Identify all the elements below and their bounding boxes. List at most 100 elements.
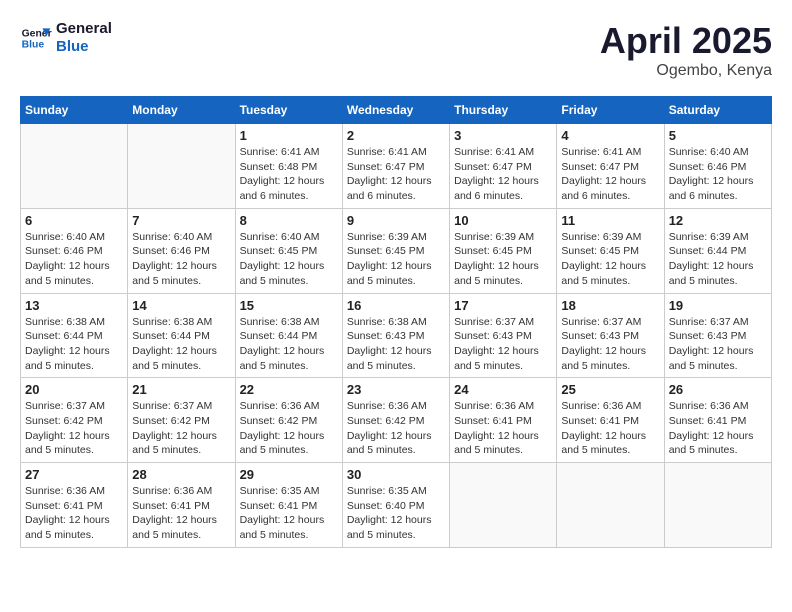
day-info: Sunrise: 6:37 AM Sunset: 6:43 PM Dayligh… xyxy=(454,315,552,374)
day-info: Sunrise: 6:36 AM Sunset: 6:41 PM Dayligh… xyxy=(669,399,767,458)
day-number: 6 xyxy=(25,213,123,228)
calendar-cell: 21 Sunrise: 6:37 AM Sunset: 6:42 PM Dayli… xyxy=(128,378,235,463)
calendar-cell: 7Sunrise: 6:40 AM Sunset: 6:46 PM Daylig… xyxy=(128,208,235,293)
day-info: Sunrise: 6:37 AM Sunset: 6:43 PM Dayligh… xyxy=(561,315,659,374)
day-number: 21 xyxy=(132,382,230,397)
day-info: Sunrise: 6:41 AM Sunset: 6:47 PM Dayligh… xyxy=(454,145,552,204)
calendar-cell: 12 Sunrise: 6:39 AM Sunset: 6:44 PM Dayli… xyxy=(664,208,771,293)
calendar-cell: 15 Sunrise: 6:38 AM Sunset: 6:44 PM Dayli… xyxy=(235,293,342,378)
day-number: 20 xyxy=(25,382,123,397)
day-info: Sunrise: 6:36 AM Sunset: 6:42 PM Dayligh… xyxy=(240,399,338,458)
logo-icon: General Blue xyxy=(20,22,52,54)
calendar-cell: 5 Sunrise: 6:40 AM Sunset: 6:46 PM Daylig… xyxy=(664,124,771,209)
day-number: 2 xyxy=(347,128,445,143)
day-number: 19 xyxy=(669,298,767,313)
calendar-cell xyxy=(450,463,557,548)
calendar-week-row: 1Sunrise: 6:41 AM Sunset: 6:48 PM Daylig… xyxy=(21,124,772,209)
calendar-cell: 28 Sunrise: 6:36 AM Sunset: 6:41 PM Dayli… xyxy=(128,463,235,548)
day-info: Sunrise: 6:35 AM Sunset: 6:41 PM Dayligh… xyxy=(240,484,338,543)
calendar-cell: 10Sunrise: 6:39 AM Sunset: 6:45 PM Dayli… xyxy=(450,208,557,293)
calendar-cell: 13Sunrise: 6:38 AM Sunset: 6:44 PM Dayli… xyxy=(21,293,128,378)
day-number: 14 xyxy=(132,298,230,313)
weekday-header-saturday: Saturday xyxy=(664,97,771,124)
calendar-cell: 9Sunrise: 6:39 AM Sunset: 6:45 PM Daylig… xyxy=(342,208,449,293)
calendar-cell: 23Sunrise: 6:36 AM Sunset: 6:42 PM Dayli… xyxy=(342,378,449,463)
day-info: Sunrise: 6:40 AM Sunset: 6:46 PM Dayligh… xyxy=(25,230,123,289)
day-info: Sunrise: 6:39 AM Sunset: 6:45 PM Dayligh… xyxy=(347,230,445,289)
calendar-cell: 11 Sunrise: 6:39 AM Sunset: 6:45 PM Dayli… xyxy=(557,208,664,293)
calendar-cell: 30 Sunrise: 6:35 AM Sunset: 6:40 PM Dayli… xyxy=(342,463,449,548)
day-info: Sunrise: 6:36 AM Sunset: 6:41 PM Dayligh… xyxy=(25,484,123,543)
logo: General Blue General Blue xyxy=(20,20,112,56)
calendar-cell: 14 Sunrise: 6:38 AM Sunset: 6:44 PM Dayli… xyxy=(128,293,235,378)
calendar-cell: 22 Sunrise: 6:36 AM Sunset: 6:42 PM Dayli… xyxy=(235,378,342,463)
day-info: Sunrise: 6:36 AM Sunset: 6:41 PM Dayligh… xyxy=(132,484,230,543)
calendar-cell: 17Sunrise: 6:37 AM Sunset: 6:43 PM Dayli… xyxy=(450,293,557,378)
calendar-cell: 1Sunrise: 6:41 AM Sunset: 6:48 PM Daylig… xyxy=(235,124,342,209)
day-number: 27 xyxy=(25,467,123,482)
calendar-cell xyxy=(128,124,235,209)
calendar-week-row: 13 Sunrise: 6:38 AM Sunset: 6:44 PM Dayli… xyxy=(21,293,772,378)
day-number: 28 xyxy=(132,467,230,482)
weekday-header-tuesday: Tuesday xyxy=(235,97,342,124)
day-number: 24 xyxy=(454,382,552,397)
calendar-cell: 29 Sunrise: 6:35 AM Sunset: 6:41 PM Dayli… xyxy=(235,463,342,548)
calendar-cell xyxy=(664,463,771,548)
day-number: 16 xyxy=(347,298,445,313)
logo-text-general: General xyxy=(56,20,112,38)
day-info: Sunrise: 6:38 AM Sunset: 6:44 PM Dayligh… xyxy=(240,315,338,374)
day-info: Sunrise: 6:40 AM Sunset: 6:45 PM Dayligh… xyxy=(240,230,338,289)
day-number: 15 xyxy=(240,298,338,313)
day-info: Sunrise: 6:36 AM Sunset: 6:41 PM Dayligh… xyxy=(454,399,552,458)
calendar-table: SundayMondayTuesdayWednesdayThursdayFrid… xyxy=(20,96,772,548)
day-number: 13 xyxy=(25,298,123,313)
calendar-cell xyxy=(21,124,128,209)
weekday-header-thursday: Thursday xyxy=(450,97,557,124)
calendar-cell: 4Sunrise: 6:41 AM Sunset: 6:47 PM Daylig… xyxy=(557,124,664,209)
day-info: Sunrise: 6:39 AM Sunset: 6:44 PM Dayligh… xyxy=(669,230,767,289)
day-info: Sunrise: 6:37 AM Sunset: 6:42 PM Dayligh… xyxy=(132,399,230,458)
day-number: 8 xyxy=(240,213,338,228)
day-number: 4 xyxy=(561,128,659,143)
calendar-cell: 27 Sunrise: 6:36 AM Sunset: 6:41 PM Dayli… xyxy=(21,463,128,548)
day-number: 18 xyxy=(561,298,659,313)
weekday-header-sunday: Sunday xyxy=(21,97,128,124)
day-number: 10 xyxy=(454,213,552,228)
day-number: 11 xyxy=(561,213,659,228)
day-info: Sunrise: 6:38 AM Sunset: 6:43 PM Dayligh… xyxy=(347,315,445,374)
calendar-cell: 8 Sunrise: 6:40 AM Sunset: 6:45 PM Daylig… xyxy=(235,208,342,293)
calendar-cell: 6 Sunrise: 6:40 AM Sunset: 6:46 PM Daylig… xyxy=(21,208,128,293)
location: Ogembo, Kenya xyxy=(600,62,772,80)
weekday-header-wednesday: Wednesday xyxy=(342,97,449,124)
calendar-week-row: 6 Sunrise: 6:40 AM Sunset: 6:46 PM Daylig… xyxy=(21,208,772,293)
day-number: 3 xyxy=(454,128,552,143)
day-number: 29 xyxy=(240,467,338,482)
day-info: Sunrise: 6:35 AM Sunset: 6:40 PM Dayligh… xyxy=(347,484,445,543)
logo-text-blue: Blue xyxy=(56,38,112,56)
calendar-header-row: SundayMondayTuesdayWednesdayThursdayFrid… xyxy=(21,97,772,124)
calendar-week-row: 27 Sunrise: 6:36 AM Sunset: 6:41 PM Dayli… xyxy=(21,463,772,548)
day-info: Sunrise: 6:40 AM Sunset: 6:46 PM Dayligh… xyxy=(669,145,767,204)
calendar-cell: 20 Sunrise: 6:37 AM Sunset: 6:42 PM Dayli… xyxy=(21,378,128,463)
day-number: 5 xyxy=(669,128,767,143)
day-number: 22 xyxy=(240,382,338,397)
weekday-header-friday: Friday xyxy=(557,97,664,124)
day-info: Sunrise: 6:41 AM Sunset: 6:47 PM Dayligh… xyxy=(347,145,445,204)
day-number: 23 xyxy=(347,382,445,397)
day-number: 1 xyxy=(240,128,338,143)
day-info: Sunrise: 6:38 AM Sunset: 6:44 PM Dayligh… xyxy=(132,315,230,374)
calendar-cell: 2 Sunrise: 6:41 AM Sunset: 6:47 PM Daylig… xyxy=(342,124,449,209)
day-number: 12 xyxy=(669,213,767,228)
calendar-week-row: 20 Sunrise: 6:37 AM Sunset: 6:42 PM Dayli… xyxy=(21,378,772,463)
month-title: April 2025 xyxy=(600,20,772,62)
weekday-header-monday: Monday xyxy=(128,97,235,124)
day-info: Sunrise: 6:39 AM Sunset: 6:45 PM Dayligh… xyxy=(561,230,659,289)
day-number: 26 xyxy=(669,382,767,397)
day-info: Sunrise: 6:37 AM Sunset: 6:42 PM Dayligh… xyxy=(25,399,123,458)
day-info: Sunrise: 6:40 AM Sunset: 6:46 PM Dayligh… xyxy=(132,230,230,289)
day-number: 25 xyxy=(561,382,659,397)
svg-text:Blue: Blue xyxy=(22,40,45,51)
day-number: 30 xyxy=(347,467,445,482)
calendar-cell: 24 Sunrise: 6:36 AM Sunset: 6:41 PM Dayli… xyxy=(450,378,557,463)
page-header: General Blue General Blue April 2025 Oge… xyxy=(20,20,772,80)
